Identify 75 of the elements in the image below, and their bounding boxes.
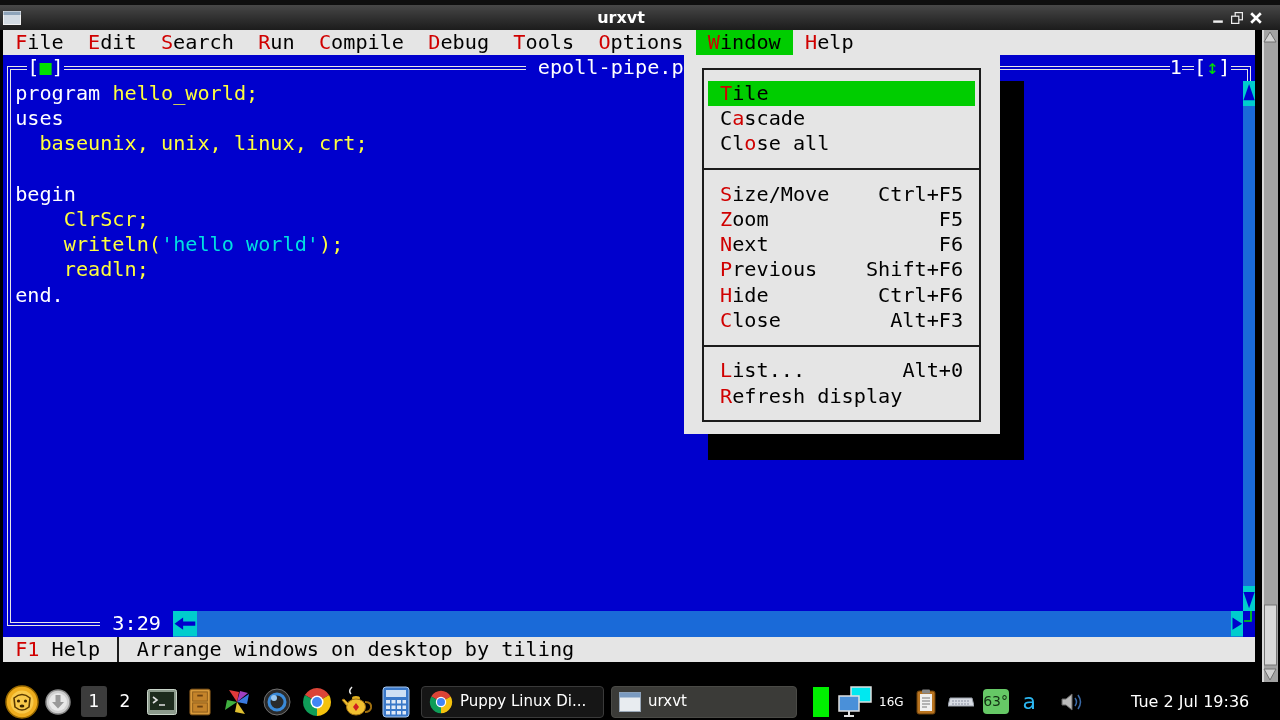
scroll-left-icon[interactable] <box>173 611 198 637</box>
code-line: begin <box>15 181 76 207</box>
code-line: baseunix, unix, linux, crt; <box>39 131 368 157</box>
scroll-down-icon[interactable] <box>1242 586 1255 612</box>
browser-icon[interactable] <box>302 686 332 717</box>
editor-title: epoll-pipe.p <box>537 55 684 80</box>
calculator-icon[interactable] <box>382 685 410 718</box>
scroll-right-icon[interactable] <box>1230 611 1243 637</box>
menu-item[interactable]: File <box>3 30 76 56</box>
temperature-indicator[interactable]: 63° <box>982 689 1009 714</box>
keyboard-icon[interactable] <box>947 694 974 709</box>
code-line: ClrScr; <box>63 206 149 233</box>
menu-item[interactable]: Cascade <box>707 105 976 132</box>
shortcut-text: Alt+F3 <box>890 307 964 334</box>
code-line: uses <box>15 105 64 132</box>
window-icon <box>619 691 641 712</box>
menu-item[interactable]: Zoom F5 <box>707 206 976 233</box>
workspace-button[interactable]: 2 <box>112 686 138 717</box>
bar-meter-icon[interactable] <box>813 686 829 717</box>
menu-item[interactable]: Window <box>695 30 793 56</box>
terminal-icon[interactable] <box>147 688 177 715</box>
workspace-button[interactable]: 1 <box>81 686 107 717</box>
cursor-position: 3:29 <box>112 611 161 636</box>
window-scrollbar[interactable] <box>1262 30 1278 682</box>
browser-icon <box>429 689 453 714</box>
menu-item[interactable]: Search <box>148 30 247 56</box>
shortcut-text: Ctrl+F5 <box>878 181 964 207</box>
status-hint: Arrange windows on desktop by tiling <box>136 636 575 662</box>
menu-item[interactable]: Tools <box>501 30 587 56</box>
scroll-up-icon[interactable] <box>1242 80 1255 106</box>
shortcut-text: F6 <box>938 232 964 258</box>
vertical-scrollbar[interactable] <box>1242 80 1255 612</box>
menu-item[interactable]: Compile <box>306 30 417 56</box>
indicator-letter[interactable]: a <box>1022 690 1037 713</box>
menu-item[interactable]: Close Alt+F3 <box>707 307 976 334</box>
download-icon[interactable] <box>45 688 71 715</box>
task-button[interactable]: urxvt <box>611 685 797 718</box>
menu-item[interactable]: Size/Move Ctrl+F5 <box>707 181 976 207</box>
menu-item[interactable]: Debug <box>416 30 502 56</box>
menu-item[interactable]: Options <box>586 30 696 56</box>
teapot-icon[interactable] <box>341 685 373 718</box>
horizontal-scrollbar[interactable] <box>173 611 1243 637</box>
file-cabinet-icon[interactable] <box>189 687 211 716</box>
window-icon <box>3 10 21 25</box>
shortcut-text: F5 <box>938 206 964 233</box>
menu-item[interactable]: Close all <box>707 131 976 157</box>
task-button[interactable]: Puppy Linux Di... <box>421 685 604 718</box>
clipboard-icon[interactable] <box>915 688 936 715</box>
close-icon[interactable] <box>1250 11 1262 24</box>
shortcut-text: Ctrl+F6 <box>878 282 964 308</box>
menu-item[interactable]: Tile <box>707 80 976 106</box>
shortcut-text: Shift+F6 <box>865 257 964 283</box>
memory-reading: 16G <box>879 693 904 711</box>
pinwheel-icon[interactable] <box>223 687 251 716</box>
maximize-icon[interactable] <box>1231 11 1243 24</box>
network-icon[interactable] <box>837 685 873 718</box>
code-line: writeln('hello world'); <box>63 232 344 258</box>
menu-item[interactable]: Previous Shift+F6 <box>707 257 976 283</box>
menu-item[interactable]: Help <box>792 30 866 56</box>
menu-item[interactable]: Run <box>246 30 307 56</box>
menu-item[interactable]: Refresh display <box>707 383 976 409</box>
help-key[interactable]: F1 Help <box>15 636 101 662</box>
resize-grip-icon[interactable] <box>1243 611 1252 623</box>
menu-item[interactable]: Hide Ctrl+F6 <box>707 282 976 308</box>
sphere-icon[interactable] <box>263 687 291 716</box>
menu-item[interactable]: List... Alt+0 <box>707 358 976 384</box>
menu-item[interactable]: Next F6 <box>707 232 976 258</box>
menu-item[interactable]: Edit <box>75 30 149 56</box>
code-line: program hello_world; <box>15 80 259 106</box>
window-title: urxvt <box>597 9 645 26</box>
dog-face-logo-icon[interactable] <box>5 684 39 719</box>
shortcut-text: Alt+0 <box>902 358 964 384</box>
code-line: readln; <box>63 257 149 283</box>
clock: Tue 2 Jul 19:36 <box>1131 690 1250 713</box>
code-line: end. <box>15 282 64 308</box>
